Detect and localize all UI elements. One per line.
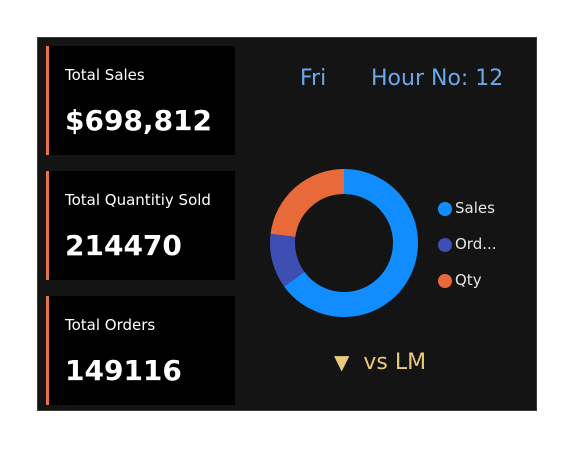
legend-dot-sales — [438, 202, 452, 216]
total-quantity-label: Total Quantitiy Sold — [65, 191, 211, 209]
dashboard-panel: Total Sales $698,812 Total Quantitiy Sol… — [37, 37, 537, 411]
legend-label-orders: Ord... — [455, 235, 497, 253]
donut-slice-orders[interactable] — [270, 233, 305, 287]
day-label: Fri — [300, 66, 327, 91]
legend-dot-qty — [438, 274, 452, 288]
total-orders-card[interactable]: Total Orders 149116 — [46, 296, 235, 405]
legend-label-qty: Qty — [455, 271, 482, 289]
donut-chart[interactable] — [269, 168, 419, 318]
donut-slice-qty[interactable] — [270, 169, 345, 238]
total-sales-card[interactable]: Total Sales $698,812 — [46, 46, 235, 155]
legend-dot-orders — [438, 238, 452, 252]
donut-chart-svg — [270, 169, 418, 317]
vs-last-month-indicator: ▼ vs LM — [334, 350, 426, 375]
total-quantity-value: 214470 — [65, 229, 182, 262]
hour-label: Hour No: 12 — [371, 66, 504, 91]
total-sales-label: Total Sales — [65, 66, 145, 84]
legend-label-sales: Sales — [455, 199, 495, 217]
vs-last-month-label: vs LM — [363, 350, 427, 375]
total-quantity-card[interactable]: Total Quantitiy Sold 214470 — [46, 171, 235, 280]
down-arrow-icon: ▼ — [334, 350, 350, 374]
total-orders-value: 149116 — [65, 354, 182, 387]
total-sales-value: $698,812 — [65, 104, 213, 137]
total-orders-label: Total Orders — [65, 316, 156, 334]
